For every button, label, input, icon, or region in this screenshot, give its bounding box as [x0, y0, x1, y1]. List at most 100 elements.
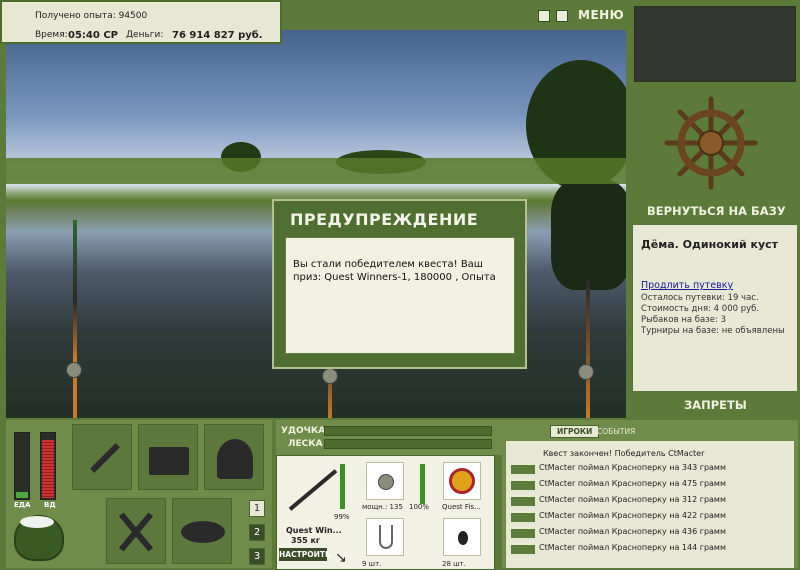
log-row: CtMacter поймал Красноперку на 436 грамм: [506, 526, 794, 542]
fish-icon: [511, 497, 535, 506]
log-row-text: CtMacter поймал Красноперку на 422 грамм: [539, 511, 726, 520]
reel-1: [66, 362, 82, 378]
rod-icon: [90, 443, 120, 473]
rod-name: Quest Win...: [286, 526, 342, 535]
day-cost: Стоимость дня: 4 000 руб.: [641, 304, 760, 314]
hook-count: 9 шт.: [362, 560, 382, 568]
minimap-panel: [634, 6, 796, 82]
ant-bait-icon: [458, 531, 468, 545]
rod-weight: 355 кг: [291, 536, 321, 545]
tree-right-2: [551, 180, 626, 290]
pot-contents: [20, 516, 54, 528]
eat-tile[interactable]: [106, 498, 166, 564]
reel-3: [578, 364, 594, 380]
warning-message: Вы стали победителем квеста! Ваш приз: Q…: [285, 237, 515, 354]
log-row-text: CtMacter поймал Красноперку на 475 грамм: [539, 479, 726, 488]
reel-condition-bar: [420, 464, 425, 504]
rod-image-icon: [288, 469, 338, 511]
rod-condition-bar: [340, 464, 345, 509]
line-tension-label: ЛЕСКА: [288, 439, 323, 449]
fish-icon: [511, 545, 535, 554]
fish-icon: [511, 529, 535, 538]
hook-slot[interactable]: [366, 518, 404, 556]
fish-icon: [511, 481, 535, 490]
rod-tension-bar: [324, 426, 492, 436]
fish-icon: [181, 521, 225, 543]
quest-finished-message: Квест закончен! Победитель CtMacter: [543, 449, 705, 458]
setup-button[interactable]: НАСТРОИТЬ: [279, 548, 331, 561]
return-to-base-button[interactable]: ВЕРНУТЬСЯ НА БАЗУ: [647, 204, 786, 218]
time-value: 05:40 СР: [68, 30, 118, 41]
rod-condition-pct: 99%: [334, 513, 350, 521]
money-label: Деньги:: [126, 30, 164, 40]
fishing-rod-1[interactable]: [73, 220, 77, 418]
log-row-text: CtMacter поймал Красноперку на 144 грамм: [539, 543, 726, 552]
bans-button[interactable]: ЗАПРЕТЫ: [684, 398, 747, 412]
extend-permit-link[interactable]: Продлить путевку: [641, 280, 733, 291]
ship-wheel-icon[interactable]: [663, 95, 759, 191]
warning-dialog[interactable]: ПРЕДУПРЕЖДЕНИЕ Вы стали победителем квес…: [272, 199, 527, 369]
fisher-icon: [217, 439, 253, 479]
tab-events[interactable]: СОБЫТИЯ: [597, 427, 635, 436]
experience-text: Получено опыта: 94500: [35, 11, 148, 21]
hunger-fill: [42, 440, 54, 498]
fish-icon: [511, 465, 535, 474]
log-row: CtMacter поймал Красноперку на 475 грамм: [506, 478, 794, 494]
time-label: Время:: [35, 30, 68, 40]
reel-2: [322, 368, 338, 384]
food-fill: [16, 492, 28, 498]
grass-bank: [6, 158, 626, 184]
tournaments-status: Турниры на базе: не объявлены: [641, 326, 785, 336]
hunger-label: ВД: [44, 501, 56, 509]
line-tension-bar: [324, 439, 492, 449]
log-row-text: CtMacter поймал Красноперку на 312 грамм: [539, 495, 726, 504]
bait-slot[interactable]: [443, 518, 481, 556]
log-row: CtMacter поймал Красноперку на 343 грамм: [506, 462, 794, 478]
rod-tension-label: УДОЧКА: [281, 426, 326, 436]
page-1-button[interactable]: 1: [249, 500, 265, 517]
money-value: 76 914 827 руб.: [172, 30, 263, 41]
tab-players[interactable]: ИГРОКИ: [550, 425, 600, 438]
bait-count: 28 шт.: [442, 560, 466, 568]
line-slot[interactable]: [443, 462, 481, 500]
log-row: CtMacter поймал Красноперку на 312 грамм: [506, 494, 794, 510]
line-name: Quest Fis...: [442, 503, 481, 511]
tackle-box-tile[interactable]: [138, 424, 198, 490]
permit-remaining: Осталось путевки: 19 час.: [641, 293, 759, 303]
food-label: ЕДА: [14, 501, 31, 509]
hunger-bar: [40, 432, 56, 500]
tension-panel: УДОЧКА ЛЕСКА: [276, 420, 502, 455]
page-2-button[interactable]: 2: [249, 524, 265, 541]
player-info-panel: Получено опыта: 94500 Время: 05:40 СР Де…: [0, 0, 282, 44]
page-3-button[interactable]: 3: [249, 548, 265, 565]
reel-slot-icon: [378, 474, 394, 490]
fish-tile[interactable]: [172, 498, 232, 564]
fishers-count: Рыбаков на базе: 3: [641, 315, 726, 325]
rod-tile[interactable]: [72, 424, 132, 490]
fisher-tile[interactable]: [204, 424, 264, 490]
location-title: Дёма. Одинокий куст: [641, 238, 779, 251]
warning-title: ПРЕДУПРЕЖДЕНИЕ: [290, 210, 479, 229]
fishing-rod-3[interactable]: [586, 280, 590, 418]
menu-button[interactable]: МЕНЮ: [578, 8, 624, 22]
sound-icon[interactable]: [556, 10, 568, 22]
rod-image[interactable]: [283, 462, 338, 520]
log-row: CtMacter поймал Красноперку на 144 грамм: [506, 542, 794, 558]
pause-icon[interactable]: [538, 10, 550, 22]
log-row: CtMacter поймал Красноперку на 422 грамм: [506, 510, 794, 526]
inventory-panel: ЕДА ВД 1 2 3: [6, 420, 272, 568]
reel-power: мощн.: 135: [362, 503, 403, 511]
line-spool-icon: [449, 468, 475, 494]
food-bar: [14, 432, 30, 500]
location-panel: Дёма. Одинокий куст Продлить путевку Ост…: [632, 224, 798, 392]
fish-icon: [511, 513, 535, 522]
log-content[interactable]: Квест закончен! Победитель CtMacter CtMa…: [506, 441, 794, 568]
reel-slot[interactable]: [366, 462, 404, 500]
arrow-icon: ↘: [335, 550, 347, 566]
tackle-box-icon: [149, 447, 189, 475]
log-row-text: CtMacter поймал Красноперку на 343 грамм: [539, 463, 726, 472]
reel-pct: 100%: [409, 503, 430, 511]
event-log-panel: ИГРОКИ СОБЫТИЯ Квест закончен! Победител…: [502, 420, 798, 568]
log-row-text: CtMacter поймал Красноперку на 436 грамм: [539, 527, 726, 536]
hook-icon: [379, 525, 393, 549]
